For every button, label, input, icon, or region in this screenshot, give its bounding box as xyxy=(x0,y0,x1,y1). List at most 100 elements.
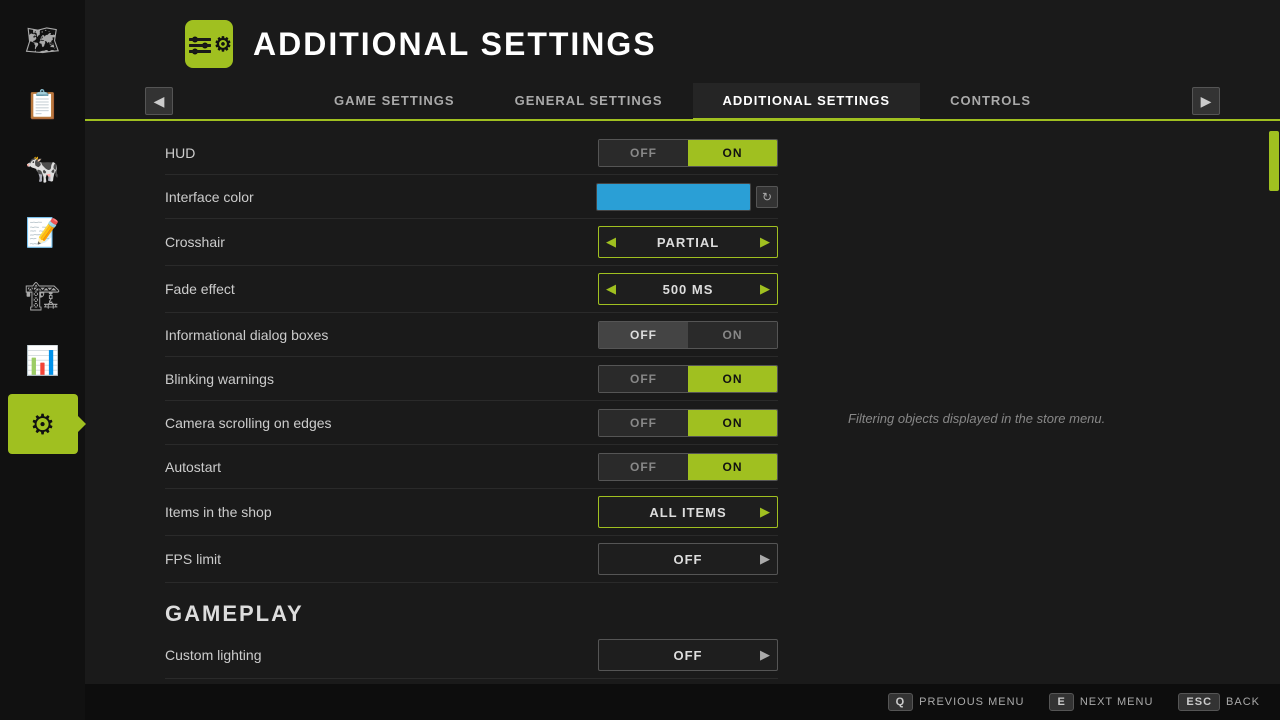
hud-toggle[interactable]: OFF ON xyxy=(598,139,778,167)
tabs: GAME SETTINGS GENERAL SETTINGS ADDITIONA… xyxy=(173,83,1192,119)
dialog-boxes-control: OFF ON xyxy=(588,321,778,349)
fps-limit-prev[interactable] xyxy=(599,544,623,574)
autostart-toggle[interactable]: OFF ON xyxy=(598,453,778,481)
e-key-label: NEXT MENU xyxy=(1080,696,1154,708)
dialog-boxes-toggle[interactable]: OFF ON xyxy=(598,321,778,349)
sidebar-item-stats[interactable]: 📊 xyxy=(8,330,78,390)
interface-color-bar[interactable] xyxy=(596,183,751,211)
interface-color-control: ↻ xyxy=(588,183,778,211)
sidebar-item-animals[interactable]: 🐄 xyxy=(8,138,78,198)
tab-next-arrow[interactable]: ▶ xyxy=(1192,87,1220,115)
custom-lighting-value: OFF xyxy=(623,648,753,663)
blinking-warnings-toggle[interactable]: OFF ON xyxy=(598,365,778,393)
fade-effect-select[interactable]: ◀ 500 MS ▶ xyxy=(598,273,778,305)
autostart-on-btn[interactable]: ON xyxy=(688,454,777,480)
fade-effect-label: Fade effect xyxy=(165,281,235,297)
fps-limit-control: OFF ▶ xyxy=(588,543,778,575)
sidebar-item-tasks[interactable]: 📋 xyxy=(8,74,78,134)
crosshair-control: ◀ PARTIAL ▶ xyxy=(588,226,778,258)
camera-scrolling-row: Camera scrolling on edges OFF ON xyxy=(165,401,778,445)
blinking-warnings-label: Blinking warnings xyxy=(165,371,274,387)
animals-icon: 🐄 xyxy=(25,152,60,185)
tab-controls[interactable]: CONTROLS xyxy=(920,83,1061,121)
items-in-shop-select[interactable]: ALL ITEMS ▶ xyxy=(598,496,778,528)
fade-effect-prev[interactable]: ◀ xyxy=(599,274,623,304)
bottom-bar: Q PREVIOUS MENU E NEXT MENU ESC BACK xyxy=(0,684,1280,720)
dialog-boxes-off-btn[interactable]: OFF xyxy=(599,322,688,348)
map-icon: 🗺 xyxy=(25,24,61,57)
hud-control: OFF ON xyxy=(588,139,778,167)
custom-lighting-select[interactable]: OFF ▶ xyxy=(598,639,778,671)
camera-scrolling-toggle[interactable]: OFF ON xyxy=(598,409,778,437)
header-icon: ⚙ xyxy=(185,20,233,68)
build-icon: 🏗 xyxy=(25,280,61,313)
fps-limit-next[interactable]: ▶ xyxy=(753,544,777,574)
hud-label: HUD xyxy=(165,145,195,161)
fps-limit-label: FPS limit xyxy=(165,551,221,567)
blinking-warnings-control: OFF ON xyxy=(588,365,778,393)
sidebar-item-settings[interactable]: ⚙ xyxy=(8,394,78,454)
q-key-label: PREVIOUS MENU xyxy=(919,696,1024,708)
crosshair-prev[interactable]: ◀ xyxy=(599,227,623,257)
interface-color-reset[interactable]: ↻ xyxy=(756,186,778,208)
crosshair-value: PARTIAL xyxy=(623,235,753,250)
notes-icon: 📝 xyxy=(25,216,60,249)
header: ⚙ ADDITIONAL SETTINGS xyxy=(85,0,1280,83)
items-in-shop-prev[interactable] xyxy=(599,497,623,527)
hud-off-btn[interactable]: OFF xyxy=(599,140,688,166)
sidebar-item-map[interactable]: 🗺 xyxy=(8,10,78,70)
blinking-warnings-off-btn[interactable]: OFF xyxy=(599,366,688,392)
hud-row: HUD OFF ON xyxy=(165,131,778,175)
camera-scrolling-on-btn[interactable]: ON xyxy=(688,410,777,436)
custom-lighting-control: OFF ▶ xyxy=(588,639,778,671)
fade-effect-value: 500 MS xyxy=(623,282,753,297)
interface-color-label: Interface color xyxy=(165,189,254,205)
q-key-badge: Q xyxy=(888,693,914,711)
crosshair-label: Crosshair xyxy=(165,234,225,250)
autostart-label: Autostart xyxy=(165,459,221,475)
content-area: HUD OFF ON Interface color ↻ Crosshai xyxy=(85,121,1280,720)
tab-game-settings[interactable]: GAME SETTINGS xyxy=(304,83,485,121)
items-in-shop-row: Items in the shop ALL ITEMS ▶ xyxy=(165,489,778,536)
camera-scrolling-off-btn[interactable]: OFF xyxy=(599,410,688,436)
crosshair-select[interactable]: ◀ PARTIAL ▶ xyxy=(598,226,778,258)
items-in-shop-control: ALL ITEMS ▶ xyxy=(588,496,778,528)
custom-lighting-prev[interactable] xyxy=(599,640,623,670)
autostart-off-btn[interactable]: OFF xyxy=(599,454,688,480)
tab-general-settings[interactable]: GENERAL SETTINGS xyxy=(485,83,693,121)
blinking-warnings-row: Blinking warnings OFF ON xyxy=(165,357,778,401)
crosshair-next[interactable]: ▶ xyxy=(753,227,777,257)
custom-lighting-row: Custom lighting OFF ▶ xyxy=(165,632,778,679)
autostart-row: Autostart OFF ON xyxy=(165,445,778,489)
esc-key-badge: ESC xyxy=(1178,693,1220,711)
info-text: Filtering objects displayed in the store… xyxy=(848,411,1105,426)
tab-additional-settings[interactable]: ADDITIONAL SETTINGS xyxy=(693,83,921,121)
main-content: ⚙ ADDITIONAL SETTINGS ◀ GAME SETTINGS GE… xyxy=(85,0,1280,720)
esc-key-group: ESC BACK xyxy=(1178,693,1260,711)
dialog-boxes-on-btn[interactable]: ON xyxy=(688,322,777,348)
blinking-warnings-on-btn[interactable]: ON xyxy=(688,366,777,392)
sidebar-item-build[interactable]: 🏗 xyxy=(8,266,78,326)
hud-on-btn[interactable]: ON xyxy=(688,140,777,166)
scrollbar-track[interactable] xyxy=(1268,121,1280,720)
q-key-group: Q PREVIOUS MENU xyxy=(888,693,1025,711)
scrollbar-thumb[interactable] xyxy=(1269,131,1279,191)
settings-panel: HUD OFF ON Interface color ↻ Crosshai xyxy=(85,121,818,720)
custom-lighting-next[interactable]: ▶ xyxy=(753,640,777,670)
fps-limit-row: FPS limit OFF ▶ xyxy=(165,536,778,583)
sidebar: 🗺 📋 🐄 📝 🏗 📊 ⚙ xyxy=(0,0,85,720)
page-title: ADDITIONAL SETTINGS xyxy=(253,26,657,63)
tab-prev-arrow[interactable]: ◀ xyxy=(145,87,173,115)
fade-effect-row: Fade effect ◀ 500 MS ▶ xyxy=(165,266,778,313)
sidebar-item-notes[interactable]: 📝 xyxy=(8,202,78,262)
fade-effect-next[interactable]: ▶ xyxy=(753,274,777,304)
camera-scrolling-label: Camera scrolling on edges xyxy=(165,415,332,431)
settings-icon: ⚙ xyxy=(30,408,55,441)
fps-limit-value: OFF xyxy=(623,552,753,567)
items-in-shop-label: Items in the shop xyxy=(165,504,272,520)
fps-limit-select[interactable]: OFF ▶ xyxy=(598,543,778,575)
tasks-icon: 📋 xyxy=(25,88,60,121)
stats-icon: 📊 xyxy=(25,344,60,377)
fade-effect-control: ◀ 500 MS ▶ xyxy=(588,273,778,305)
items-in-shop-next[interactable]: ▶ xyxy=(753,497,777,527)
